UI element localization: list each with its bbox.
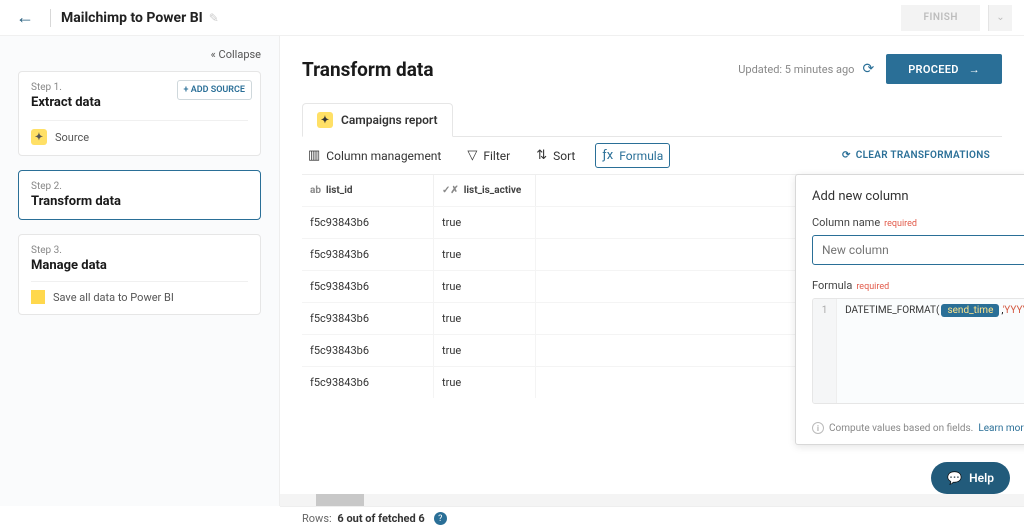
collapse-toggle[interactable]: « Collapse [18,48,261,61]
scrollbar-thumb[interactable] [316,494,364,506]
powerbi-icon [31,290,45,304]
formula-icon: ƒx [602,148,613,163]
info-row: i Compute values based on fields. Learn … [796,422,1024,444]
edit-icon[interactable]: ✎ [209,11,219,25]
formula-editor[interactable]: 1 DATETIME_FORMAT(send_time,'YYYY-MM-DD'… [812,298,1024,404]
column-management-button[interactable]: ▥Column management [302,144,447,167]
field-token[interactable]: send_time [941,304,999,317]
column-name-input[interactable] [812,235,1024,265]
step-title: Transform data [31,194,248,209]
sidebar: « Collapse Step 1. Extract data + ADD SO… [0,36,280,506]
help-icon[interactable]: ? [434,512,447,525]
page-title: Transform data [302,58,434,81]
col-list-id[interactable]: ablist_id [302,175,434,206]
formula-button[interactable]: ƒxFormula [595,143,670,168]
popover-title: Add new column [812,189,1024,204]
finish-button[interactable]: FINISH [901,5,980,31]
divider [50,9,51,27]
columns-icon: ▥ [308,148,320,163]
filter-button[interactable]: ▽Filter [461,144,516,167]
proceed-button[interactable]: PROCEED→ [886,54,1002,84]
mailchimp-icon: ✦ [317,112,333,128]
footer: Rows: 6 out of fetched 6 ? [280,506,1024,530]
chat-icon: 💬 [947,471,962,485]
formula-popover: Add new column Column namerequired Formu… [795,174,1024,445]
step-title: Manage data [31,258,248,273]
source-label: Source [55,131,89,144]
gutter: 1 [813,299,837,403]
step-manage-data[interactable]: Step 3. Manage data Save all data to Pow… [18,234,261,315]
refresh-icon[interactable]: ⟳ [862,61,874,77]
bool-type-icon: ✓✗ [442,185,459,196]
arrow-right-icon: → [969,63,980,76]
main-area: Transform data Updated: 5 minutes ago ⟳ … [280,36,1024,506]
header: ← Mailchimp to Power BI ✎ FINISH ⌄ [0,0,1024,36]
col-list-active[interactable]: ✓✗list_is_active [434,175,536,206]
refresh-icon: ⟳ [842,150,851,161]
mailchimp-icon: ✦ [31,129,47,145]
save-label: Save all data to Power BI [53,291,174,304]
horizontal-scrollbar[interactable] [280,494,1024,506]
toolbar: ▥Column management ▽Filter ⇅Sort ƒxFormu… [302,136,1002,174]
formula-label: Formularequired [812,279,1024,292]
updated-label: Updated: 5 minutes ago [738,63,854,76]
clear-transformations-button[interactable]: ⟳CLEAR TRANSFORMATIONS [842,150,990,161]
learn-more-link[interactable]: Learn more. [978,423,1024,434]
help-fab[interactable]: 💬Help [931,462,1010,494]
add-source-button[interactable]: + ADD SOURCE [177,80,252,100]
step-number: Step 2. [31,181,248,192]
tab-campaigns-report[interactable]: ✦ Campaigns report [302,103,453,137]
finish-caret-button[interactable]: ⌄ [988,5,1012,31]
back-arrow-icon[interactable]: ← [12,7,38,28]
sort-button[interactable]: ⇅Sort [530,144,581,167]
step-transform-data[interactable]: Step 2. Transform data [18,170,261,220]
info-icon: i [812,422,824,434]
step-number: Step 3. [31,245,248,256]
code-line[interactable]: DATETIME_FORMAT(send_time,'YYYY-MM-DD') [837,299,1024,403]
step-extract-data[interactable]: Step 1. Extract data + ADD SOURCE ✦ Sour… [18,71,261,156]
filter-icon: ▽ [467,148,477,163]
text-type-icon: ab [310,185,321,196]
column-name-label: Column namerequired [812,216,1024,229]
sort-icon: ⇅ [536,148,547,163]
flow-title: Mailchimp to Power BI [61,10,203,26]
